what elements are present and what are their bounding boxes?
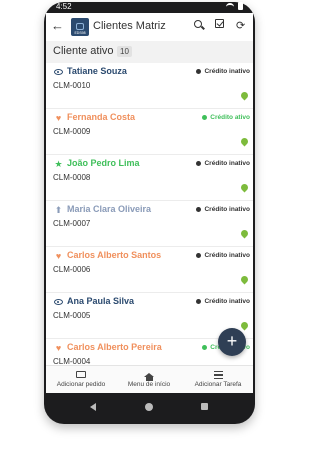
logo-mark-icon xyxy=(76,23,84,30)
heart-icon: ♥ xyxy=(55,251,62,261)
nav-add-order[interactable]: Adicionar pedido xyxy=(46,369,116,388)
credit-status: Crédito inativo xyxy=(196,68,250,75)
search-button[interactable] xyxy=(194,19,202,31)
star-icon: ★ xyxy=(54,159,63,169)
client-code: CLM-0006 xyxy=(53,265,91,274)
client-code: CLM-0005 xyxy=(53,311,91,320)
heart-icon: ♥ xyxy=(55,113,62,123)
task-list-icon xyxy=(213,371,223,379)
search-icon xyxy=(194,20,202,28)
credit-status-label: Crédito inativo xyxy=(204,160,250,167)
back-arrow-icon[interactable]: ← xyxy=(51,18,64,33)
nav-add-task[interactable]: Adicionar Tarefa xyxy=(183,369,253,388)
system-back-icon[interactable] xyxy=(90,403,96,411)
eye-shape xyxy=(54,299,63,305)
map-pin-icon[interactable] xyxy=(239,182,250,193)
page-title: Clientes Matriz xyxy=(93,20,166,32)
client-name: Maria Clara Oliveira xyxy=(67,204,152,214)
client-list-item[interactable]: Tatiane Souza CLM-0010 Crédito inativo xyxy=(46,63,253,109)
client-list-item[interactable]: ♥ Fernanda Costa CLM-0009 Crédito ativo xyxy=(46,109,253,155)
credit-status: Crédito inativo xyxy=(196,206,250,213)
client-list-item[interactable]: ★ João Pedro Lima CLM-0008 Crédito inativo xyxy=(46,155,253,201)
client-name: Tatiane Souza xyxy=(67,66,127,76)
client-code: CLM-0010 xyxy=(53,81,91,90)
home-icon xyxy=(144,373,154,381)
status-bar: 4:52 xyxy=(46,0,253,13)
client-code: CLM-0007 xyxy=(53,219,91,228)
credit-status-label: Crédito inativo xyxy=(204,298,250,305)
map-pin-icon[interactable] xyxy=(239,228,250,239)
credit-status: Crédito ativo xyxy=(202,114,250,121)
client-name: Carlos Alberto Pereira xyxy=(67,342,162,352)
folder-add-icon xyxy=(76,371,86,378)
client-name: Fernanda Costa xyxy=(67,112,136,122)
credit-status-label: Crédito inativo xyxy=(204,206,250,213)
wifi-icon xyxy=(226,3,234,9)
bottom-nav: Adicionar pedido Menu de início Adiciona… xyxy=(46,365,253,393)
status-dot-icon xyxy=(196,69,202,74)
credit-status-label: Crédito ativo xyxy=(210,114,250,121)
map-pin-icon[interactable] xyxy=(239,90,250,101)
nav-label: Adicionar pedido xyxy=(56,381,106,388)
status-time: 4:52 xyxy=(56,2,72,11)
credit-status: Crédito inativo xyxy=(196,252,250,259)
system-home-icon[interactable] xyxy=(145,403,153,411)
status-icons xyxy=(226,2,243,10)
app-screen: ← EDS98 Clientes Matriz ⟳ Cliente ativo … xyxy=(46,13,253,393)
logo-text: EDS98 xyxy=(74,31,86,35)
nav-label: Adicionar Tarefa xyxy=(194,381,242,388)
credit-status: Crédito inativo xyxy=(196,298,250,305)
status-dot-icon xyxy=(202,115,208,120)
nav-home[interactable]: Menu de início xyxy=(114,369,184,388)
client-list-item[interactable]: ⬆ Maria Clara Oliveira CLM-0007 Crédito ina… xyxy=(46,201,253,247)
nav-label: Menu de início xyxy=(127,381,171,388)
credit-status: Crédito inativo xyxy=(196,160,250,167)
status-dot-icon xyxy=(196,253,202,258)
battery-icon xyxy=(238,2,243,10)
section-count-badge: 10 xyxy=(117,46,132,57)
client-list-item[interactable]: ♥ Carlos Alberto Santos CLM-0006 Crédito in… xyxy=(46,247,253,293)
map-pin-icon[interactable] xyxy=(239,274,250,285)
section-label: Cliente ativo xyxy=(53,45,114,57)
eye-icon xyxy=(54,298,63,307)
status-dot-icon xyxy=(202,345,208,350)
system-recents-icon[interactable] xyxy=(201,403,208,410)
system-nav-bar xyxy=(46,397,253,419)
arrow-up-icon: ⬆ xyxy=(54,205,63,215)
select-button[interactable] xyxy=(215,19,224,31)
credit-status-label: Crédito inativo xyxy=(204,252,250,259)
eye-icon xyxy=(54,68,63,77)
checkbox-icon xyxy=(215,19,224,28)
add-fab-button[interactable]: + xyxy=(218,328,246,356)
app-bar: ← EDS98 Clientes Matriz ⟳ xyxy=(46,13,253,41)
client-name: João Pedro Lima xyxy=(67,158,140,168)
status-dot-icon xyxy=(196,299,202,304)
client-code: CLM-0009 xyxy=(53,127,91,136)
map-pin-icon[interactable] xyxy=(239,320,250,331)
client-code: CLM-0008 xyxy=(53,173,91,182)
status-dot-icon xyxy=(196,207,202,212)
client-name: Carlos Alberto Santos xyxy=(67,250,162,260)
eye-shape xyxy=(54,69,63,75)
client-name: Ana Paula Silva xyxy=(67,296,135,306)
refresh-icon[interactable]: ⟳ xyxy=(236,19,245,32)
map-pin-icon[interactable] xyxy=(239,136,250,147)
heart-icon: ♥ xyxy=(55,343,62,353)
credit-status-label: Crédito inativo xyxy=(204,68,250,75)
company-logo: EDS98 xyxy=(71,18,89,36)
section-header: Cliente ativo 10 xyxy=(46,41,253,63)
status-dot-icon xyxy=(196,161,202,166)
